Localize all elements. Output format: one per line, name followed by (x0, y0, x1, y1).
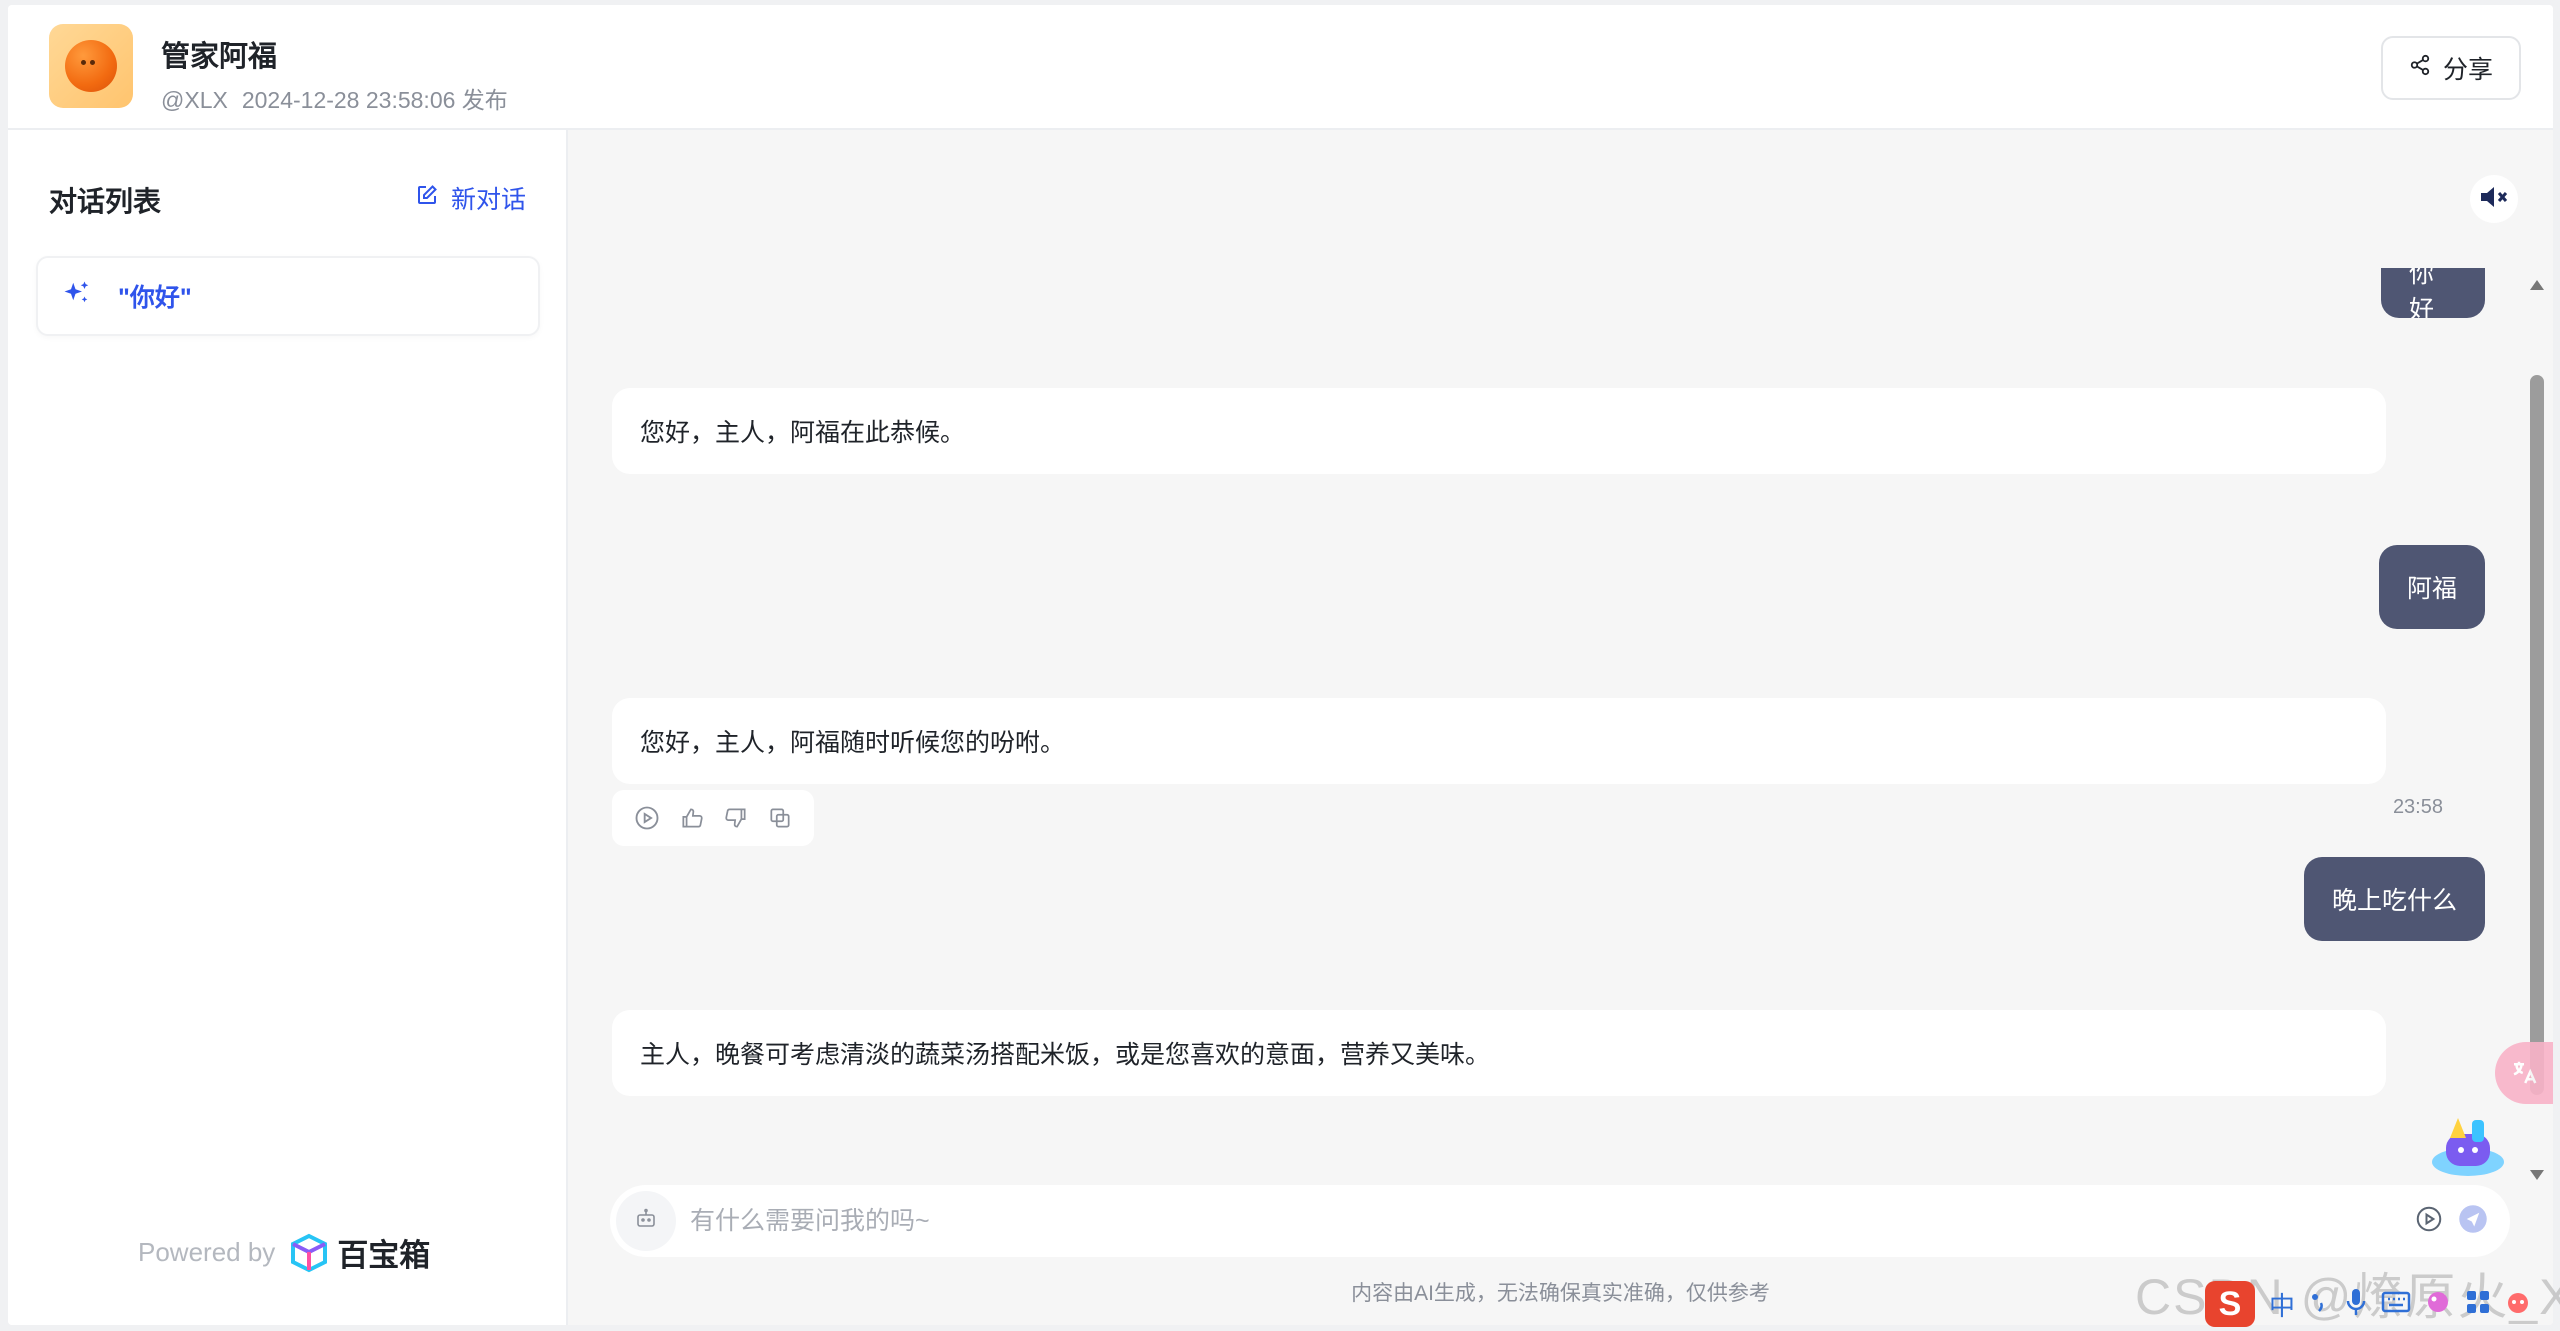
assistant-message: 您好，主人，阿福在此恭候。 (612, 388, 2386, 474)
ime-language[interactable]: 中 (2269, 1286, 2295, 1323)
new-chat-button[interactable]: 新对话 (415, 180, 526, 216)
scroll-thumb[interactable] (2530, 375, 2544, 1095)
orange-ball-icon (65, 40, 117, 92)
bot-plugin-button[interactable] (616, 1191, 676, 1251)
powered-by: Powered by 百宝箱 (138, 1230, 430, 1275)
mascot-assistant-icon[interactable] (2428, 1110, 2508, 1180)
edit-icon (415, 183, 439, 214)
play-icon[interactable] (633, 804, 661, 832)
assistant-message-text: 主人，晚餐可考虑清淡的蔬菜汤搭配米饭，或是您喜欢的意面，营养又美味。 (640, 1041, 1491, 1069)
assistant-message-text: 您好，主人，阿福在此恭候。 (640, 419, 966, 447)
assistant-message-text: 您好，主人，阿福随时听候您的吩咐。 (640, 729, 1066, 757)
skin-icon[interactable] (2425, 1289, 2451, 1320)
treasure-box-icon (291, 1233, 328, 1272)
assistant-message: 主人，晚餐可考虑清淡的蔬菜汤搭配米饭，或是您喜欢的意面，营养又美味。 (612, 1010, 2386, 1096)
sidebar-title: 对话列表 (49, 186, 162, 217)
app-frame: 管家阿福 @XLX 2024-12-28 23:58:06 发布 分享 对话列表 (8, 5, 2553, 1325)
share-icon (2409, 54, 2431, 83)
conversation-sidebar: 对话列表 新对话 "你好" Powered by 百宝箱 (8, 130, 568, 1325)
microphone-icon[interactable] (2345, 1287, 2367, 1322)
user-message: 阿福 (2378, 545, 2485, 629)
author-handle: @XLX (161, 87, 228, 113)
toolbox-icon[interactable] (2465, 1289, 2491, 1320)
agent-name: 管家阿福 (161, 41, 278, 73)
app-header: 管家阿福 @XLX 2024-12-28 23:58:06 发布 分享 (8, 5, 2553, 130)
input-actions (2414, 1204, 2488, 1239)
send-icon[interactable] (2458, 1204, 2488, 1239)
chat-input-bar (610, 1185, 2510, 1257)
scroll-down-arrow-icon[interactable] (2530, 1170, 2544, 1180)
conversation-label: "你好" (118, 284, 192, 312)
keyboard-icon[interactable] (2381, 1290, 2411, 1319)
thumbs-down-icon[interactable] (723, 805, 749, 831)
user-message-partial: 你好 (2381, 268, 2485, 318)
powered-by-text: Powered by (138, 1237, 276, 1267)
punctuation-icon[interactable] (2309, 1289, 2331, 1320)
ime-logo[interactable]: S (2205, 1281, 2255, 1327)
ime-toolbar: S 中 (2205, 1280, 2531, 1328)
thumbs-up-icon[interactable] (679, 805, 705, 831)
agent-avatar (49, 24, 133, 108)
chat-area: 你好 您好，主人，阿福在此恭候。 阿福 您好，主人，阿福随时听候您的吩咐。 23… (568, 130, 2553, 1325)
message-actions (612, 790, 814, 846)
sparkle-icon (62, 279, 92, 314)
assistant-message: 您好，主人，阿福随时听候您的吩咐。 (612, 698, 2386, 784)
copy-icon[interactable] (767, 805, 793, 831)
message-input[interactable] (676, 1206, 2414, 1236)
user-message-text: 阿福 (2406, 575, 2457, 603)
mascot-tray-icon[interactable] (2505, 1289, 2531, 1320)
share-button[interactable]: 分享 (2381, 36, 2521, 100)
user-message-text: 你好 (2409, 268, 2435, 318)
share-label: 分享 (2442, 56, 2493, 84)
mute-button[interactable] (2470, 175, 2518, 223)
robot-icon (634, 1207, 658, 1236)
voice-play-icon[interactable] (2414, 1204, 2444, 1239)
agent-meta: @XLX 2024-12-28 23:58:06 发布 (161, 81, 508, 115)
speaker-muted-icon (2479, 184, 2509, 215)
user-message: 晚上吃什么 (2303, 857, 2485, 941)
new-chat-label: 新对话 (450, 186, 526, 214)
brand-name: 百宝箱 (337, 1238, 431, 1273)
user-message-text: 晚上吃什么 (2331, 887, 2457, 915)
translate-widget-icon[interactable] (2495, 1042, 2553, 1104)
publish-time: 2024-12-28 23:58:06 发布 (241, 87, 508, 113)
scroll-up-arrow-icon[interactable] (2530, 280, 2544, 290)
message-timestamp: 23:58 (2392, 796, 2443, 818)
brand-logo[interactable]: 百宝箱 (289, 1230, 430, 1275)
conversation-item[interactable]: "你好" (36, 256, 540, 336)
